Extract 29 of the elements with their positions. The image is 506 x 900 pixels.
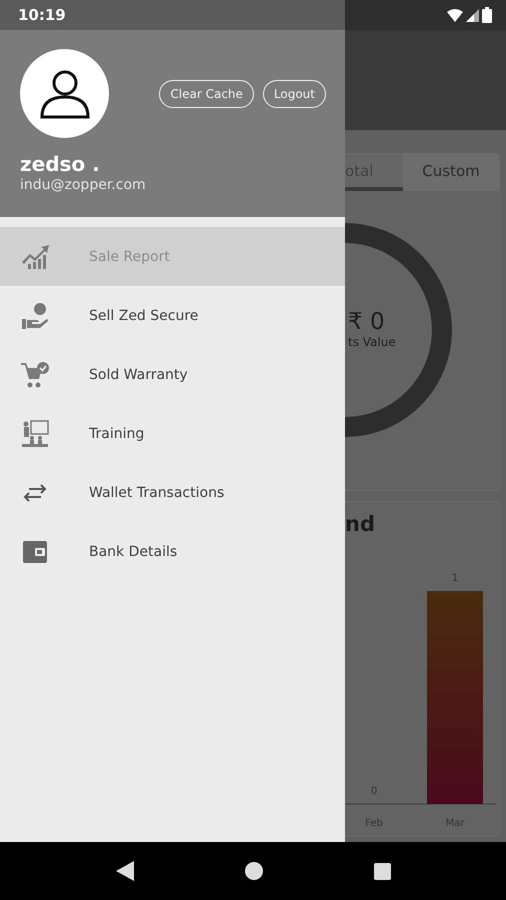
drawer-item[interactable]: Wallet Transactions <box>0 463 345 522</box>
user-email: indu@zopper.com <box>20 177 147 193</box>
user-name: zedso . <box>20 152 101 176</box>
cart-check-icon <box>20 360 50 390</box>
header-button[interactable]: Logout <box>262 80 326 108</box>
back-icon <box>116 861 134 881</box>
drawer-item[interactable]: Sell Zed Secure <box>0 286 345 345</box>
presentation-icon <box>20 418 50 448</box>
card-title: nd <box>345 511 376 536</box>
signal-icon <box>466 8 479 22</box>
recents-button[interactable] <box>374 862 390 880</box>
home-button[interactable] <box>244 862 262 880</box>
drawer-item[interactable]: Training <box>0 404 345 463</box>
drawer-item[interactable]: Sold Warranty <box>0 345 345 404</box>
drawer-item[interactable]: Bank Details <box>0 522 345 581</box>
header-button[interactable]: Clear Cache <box>159 80 254 108</box>
home-icon <box>244 862 262 880</box>
battery-icon <box>482 7 492 23</box>
back-button[interactable] <box>116 861 134 881</box>
total-value: ₹ 0 <box>348 309 386 335</box>
recents-icon <box>374 862 390 880</box>
value-caption: ts Value <box>348 335 396 349</box>
wifi-icon <box>447 8 463 22</box>
status-time: 10:19 <box>18 6 66 24</box>
user-icon <box>38 68 92 118</box>
hand-coin-icon <box>20 300 50 330</box>
swap-arrows-icon <box>23 484 47 502</box>
wallet-icon <box>22 540 48 564</box>
growth-chart-icon <box>20 244 50 270</box>
